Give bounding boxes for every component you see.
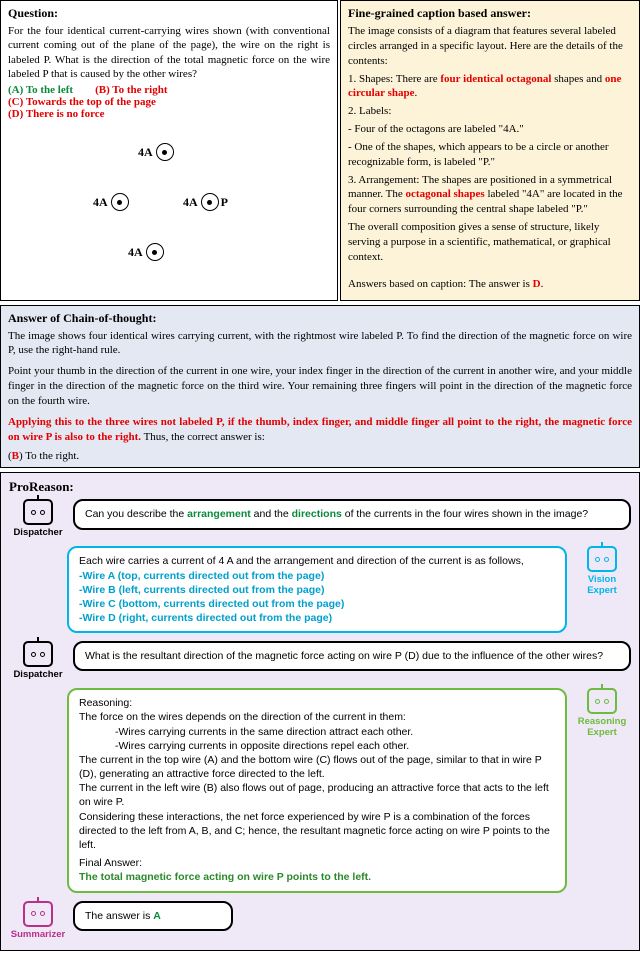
dispatcher-agent: Dispatcher bbox=[9, 641, 67, 680]
question-heading: Question: bbox=[8, 6, 330, 21]
caption-error: four identical octagonal bbox=[440, 73, 551, 85]
summarizer-bubble: The answer is A bbox=[73, 901, 233, 931]
cot-answer-letter: B bbox=[12, 450, 19, 462]
wire-top: 4A bbox=[138, 143, 174, 161]
summarizer-agent: Summarizer bbox=[9, 901, 67, 940]
bubble-text: and the bbox=[251, 508, 292, 520]
caption-answer: Answers based on caption: The answer is … bbox=[348, 277, 632, 292]
caption-answer-letter: D bbox=[533, 278, 541, 290]
caption-answer-text: . bbox=[541, 278, 544, 290]
caption-line: The image consists of a diagram that fea… bbox=[348, 24, 632, 69]
option-b: (B) To the right bbox=[95, 84, 167, 96]
reasoning-label: Reasoning Expert bbox=[573, 716, 631, 738]
summarizer-row: Summarizer The answer is A bbox=[9, 901, 631, 940]
robot-icon bbox=[23, 901, 53, 927]
reasoning-line: The force on the wires depends on the di… bbox=[79, 710, 555, 724]
cot-text: Thus, the correct answer is: bbox=[141, 431, 265, 443]
caption-panel: Fine-grained caption based answer: The i… bbox=[340, 0, 640, 301]
caption-text: 1. Shapes: There are bbox=[348, 73, 440, 85]
robot-icon bbox=[23, 641, 53, 667]
cot-paragraph: Point your thumb in the direction of the… bbox=[8, 364, 632, 409]
out-of-page-icon bbox=[146, 243, 164, 261]
cot-answer-text: ) To the right. bbox=[19, 450, 79, 462]
dispatcher-bubble: Can you describe the arrangement and the… bbox=[73, 499, 631, 529]
reasoning-line: The current in the top wire (A) and the … bbox=[79, 753, 555, 781]
vision-item: -Wire B (left, currents directed out fro… bbox=[79, 583, 555, 597]
reasoning-subline: -Wires carrying currents in the same dir… bbox=[79, 725, 555, 739]
caption-text: . bbox=[415, 87, 418, 99]
wire-top-label: 4A bbox=[138, 145, 153, 160]
wire-right: 4A P bbox=[183, 193, 228, 211]
dispatcher-row-2: Dispatcher What is the resultant directi… bbox=[9, 641, 631, 680]
option-c: (C) Towards the top of the page bbox=[8, 96, 330, 108]
reasoning-final-answer: The total magnetic force acting on wire … bbox=[79, 870, 555, 884]
caption-text: shapes and bbox=[551, 73, 604, 85]
caption-line: - One of the shapes, which appears to be… bbox=[348, 140, 632, 170]
dispatcher-agent: Dispatcher bbox=[9, 499, 67, 538]
wire-left-label: 4A bbox=[93, 195, 108, 210]
cot-paragraph: Applying this to the three wires not lab… bbox=[8, 415, 632, 445]
dispatcher-label: Dispatcher bbox=[13, 527, 62, 538]
vision-item: -Wire A (top, currents directed out from… bbox=[79, 569, 555, 583]
caption-answer-text: Answers based on caption: The answer is bbox=[348, 278, 533, 290]
caption-error: octagonal shapes bbox=[406, 188, 485, 200]
reasoning-agent: Reasoning Expert bbox=[573, 688, 631, 738]
wire-bottom: 4A bbox=[128, 243, 164, 261]
out-of-page-icon bbox=[201, 193, 219, 211]
reasoning-bubble: Reasoning: The force on the wires depend… bbox=[67, 688, 567, 892]
option-d: (D) There is no force bbox=[8, 108, 330, 120]
caption-line: 1. Shapes: There are four identical octa… bbox=[348, 72, 632, 102]
caption-heading: Fine-grained caption based answer: bbox=[348, 6, 632, 21]
vision-item: -Wire D (right, currents directed out fr… bbox=[79, 611, 555, 625]
cot-heading: Answer of Chain-of-thought: bbox=[8, 311, 632, 326]
bubble-text: of the currents in the four wires shown … bbox=[342, 508, 588, 520]
cot-answer: (B) To the right. bbox=[8, 450, 632, 462]
robot-icon bbox=[23, 499, 53, 525]
question-panel: Question: For the four identical current… bbox=[0, 0, 338, 301]
reasoning-final-label: Final Answer: bbox=[79, 856, 555, 870]
vision-agent: Vision Expert bbox=[573, 546, 631, 596]
robot-icon bbox=[587, 546, 617, 572]
reasoning-subline: -Wires carrying currents in opposite dir… bbox=[79, 739, 555, 753]
vision-item: -Wire C (bottom, currents directed out f… bbox=[79, 597, 555, 611]
robot-icon bbox=[587, 688, 617, 714]
reasoning-row: Reasoning: The force on the wires depend… bbox=[9, 688, 631, 892]
proreason-panel: ProReason: Dispatcher Can you describe t… bbox=[0, 472, 640, 950]
vision-label: Vision Expert bbox=[573, 574, 631, 596]
proreason-title: ProReason: bbox=[9, 479, 631, 495]
wire-right-label: 4A bbox=[183, 195, 198, 210]
caption-line: 3. Arrangement: The shapes are positione… bbox=[348, 173, 632, 218]
options-row-1: (A) To the left (B) To the right bbox=[8, 84, 330, 96]
out-of-page-icon bbox=[111, 193, 129, 211]
wire-bottom-label: 4A bbox=[128, 245, 143, 260]
dispatcher-bubble: What is the resultant direction of the m… bbox=[73, 641, 631, 671]
bubble-text: Can you describe the bbox=[85, 508, 187, 520]
reasoning-line: The current in the left wire (B) also fl… bbox=[79, 781, 555, 809]
wire-diagram: 4A 4A 4A P 4A bbox=[8, 138, 330, 293]
dispatcher-label: Dispatcher bbox=[13, 669, 62, 680]
caption-line: - Four of the octagons are labeled "4A." bbox=[348, 122, 632, 137]
reasoning-header: Reasoning: bbox=[79, 696, 555, 710]
summarizer-text: The answer is bbox=[85, 910, 153, 922]
cot-paragraph: The image shows four identical wires car… bbox=[8, 329, 632, 359]
wire-p-label: P bbox=[221, 195, 228, 210]
wire-left: 4A bbox=[93, 193, 129, 211]
cot-panel: Answer of Chain-of-thought: The image sh… bbox=[0, 305, 640, 469]
caption-line: 2. Labels: bbox=[348, 104, 632, 119]
question-text: For the four identical current-carrying … bbox=[8, 24, 330, 81]
vision-row: Each wire carries a current of 4 A and t… bbox=[9, 546, 631, 633]
vision-bubble: Each wire carries a current of 4 A and t… bbox=[67, 546, 567, 633]
reasoning-line: Considering these interactions, the net … bbox=[79, 810, 555, 853]
bubble-emphasis: arrangement bbox=[187, 508, 251, 520]
caption-line: The overall composition gives a sense of… bbox=[348, 220, 632, 265]
summarizer-answer: A bbox=[153, 910, 161, 922]
bubble-emphasis: directions bbox=[292, 508, 342, 520]
cot-error: Applying this to the three wires not lab… bbox=[8, 416, 632, 443]
out-of-page-icon bbox=[156, 143, 174, 161]
option-a: (A) To the left bbox=[8, 84, 73, 96]
vision-intro: Each wire carries a current of 4 A and t… bbox=[79, 554, 555, 568]
summarizer-label: Summarizer bbox=[11, 929, 65, 940]
dispatcher-row-1: Dispatcher Can you describe the arrangem… bbox=[9, 499, 631, 538]
